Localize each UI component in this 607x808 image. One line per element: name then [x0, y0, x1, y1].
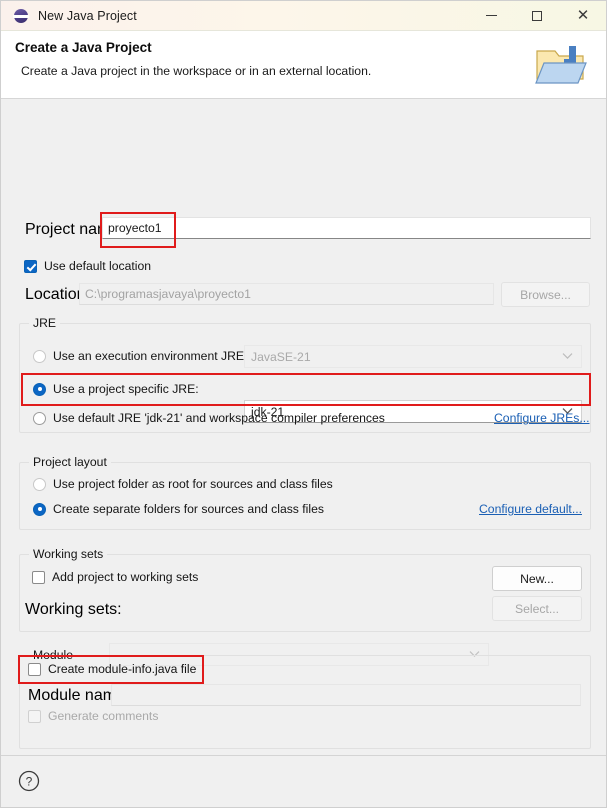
- jre-project-specific-radio[interactable]: [33, 382, 46, 396]
- use-default-location-label: Use default location: [44, 259, 152, 273]
- jre-default-radio[interactable]: [33, 411, 46, 425]
- dialog-body: Project name: proyecto1 Use default loca…: [1, 99, 606, 755]
- layout-root-folder-row[interactable]: Use project folder as root for sources a…: [33, 477, 333, 491]
- working-sets-label: Working sets:: [25, 601, 122, 618]
- use-default-location-checkbox[interactable]: [24, 259, 37, 273]
- new-java-project-dialog: New Java Project ✕ Create a Java Project…: [0, 0, 607, 808]
- minimize-icon[interactable]: [468, 1, 514, 31]
- title-bar: New Java Project ✕: [1, 1, 606, 31]
- window-title: New Java Project: [38, 8, 137, 23]
- jre-default-label: Use default JRE 'jdk-21' and workspace c…: [53, 411, 385, 425]
- configure-jres-link[interactable]: Configure JREs...: [494, 411, 590, 425]
- layout-separate-folders-radio[interactable]: [33, 502, 46, 516]
- svg-text:?: ?: [26, 775, 33, 789]
- generate-comments-row: Generate comments: [28, 709, 158, 723]
- jre-group-title: JRE: [29, 316, 61, 330]
- configure-default-link[interactable]: Configure default...: [479, 502, 582, 516]
- close-icon[interactable]: ✕: [560, 1, 606, 31]
- layout-root-folder-label: Use project folder as root for sources a…: [53, 477, 333, 491]
- help-icon[interactable]: ?: [18, 770, 40, 792]
- add-to-working-sets-row[interactable]: Add project to working sets: [32, 570, 198, 584]
- jre-execution-env-row[interactable]: Use an execution environment JRE:: [33, 349, 247, 363]
- page-title: Create a Java Project: [15, 40, 152, 55]
- new-working-set-button[interactable]: New...: [492, 566, 582, 591]
- create-module-info-checkbox[interactable]: [28, 662, 41, 676]
- module-name-input: [111, 684, 581, 706]
- jre-project-specific-label: Use a project specific JRE:: [53, 382, 199, 396]
- jre-default-row[interactable]: Use default JRE 'jdk-21' and workspace c…: [33, 411, 385, 425]
- new-java-project-folder-icon: [533, 43, 589, 89]
- maximize-icon[interactable]: [514, 1, 560, 31]
- jre-execution-env-value: JavaSE-21: [251, 349, 311, 364]
- layout-root-folder-radio[interactable]: [33, 477, 46, 491]
- java-project-icon: [13, 8, 29, 24]
- generate-comments-label: Generate comments: [48, 709, 159, 723]
- page-subtitle: Create a Java project in the workspace o…: [21, 64, 372, 78]
- dialog-header: Create a Java Project Create a Java proj…: [1, 31, 606, 99]
- jre-execution-env-label: Use an execution environment JRE:: [53, 349, 248, 363]
- select-working-set-button: Select...: [492, 596, 582, 621]
- project-layout-group-title: Project layout: [29, 455, 111, 469]
- location-input: C:\programasjavaya\proyecto1: [79, 283, 494, 305]
- generate-comments-checkbox: [28, 709, 41, 723]
- add-to-working-sets-label: Add project to working sets: [52, 570, 199, 584]
- layout-separate-folders-label: Create separate folders for sources and …: [53, 502, 324, 516]
- working-sets-group-title: Working sets: [29, 547, 108, 561]
- create-module-info-row[interactable]: Create module-info.java file: [28, 662, 196, 676]
- layout-separate-folders-row[interactable]: Create separate folders for sources and …: [33, 502, 324, 516]
- jre-project-specific-row[interactable]: Use a project specific JRE:: [33, 382, 199, 396]
- location-value: C:\programasjavaya\proyecto1: [85, 287, 251, 301]
- project-layout-group: Project layout: [19, 455, 591, 530]
- chevron-down-icon: [562, 348, 573, 362]
- window-controls: ✕: [468, 1, 606, 31]
- dialog-footer: ? < Back Next > Finish Cancel: [1, 755, 606, 807]
- add-to-working-sets-checkbox[interactable]: [32, 570, 45, 584]
- jre-execution-env-combo: JavaSE-21: [244, 345, 582, 368]
- project-name-input[interactable]: proyecto1: [102, 217, 591, 239]
- use-default-location-row[interactable]: Use default location: [24, 259, 151, 273]
- jre-execution-env-radio[interactable]: [33, 349, 46, 363]
- browse-button: Browse...: [501, 282, 590, 307]
- module-group-title: Module: [29, 648, 77, 662]
- create-module-info-label: Create module-info.java file: [48, 662, 197, 676]
- project-name-value: proyecto1: [108, 221, 162, 235]
